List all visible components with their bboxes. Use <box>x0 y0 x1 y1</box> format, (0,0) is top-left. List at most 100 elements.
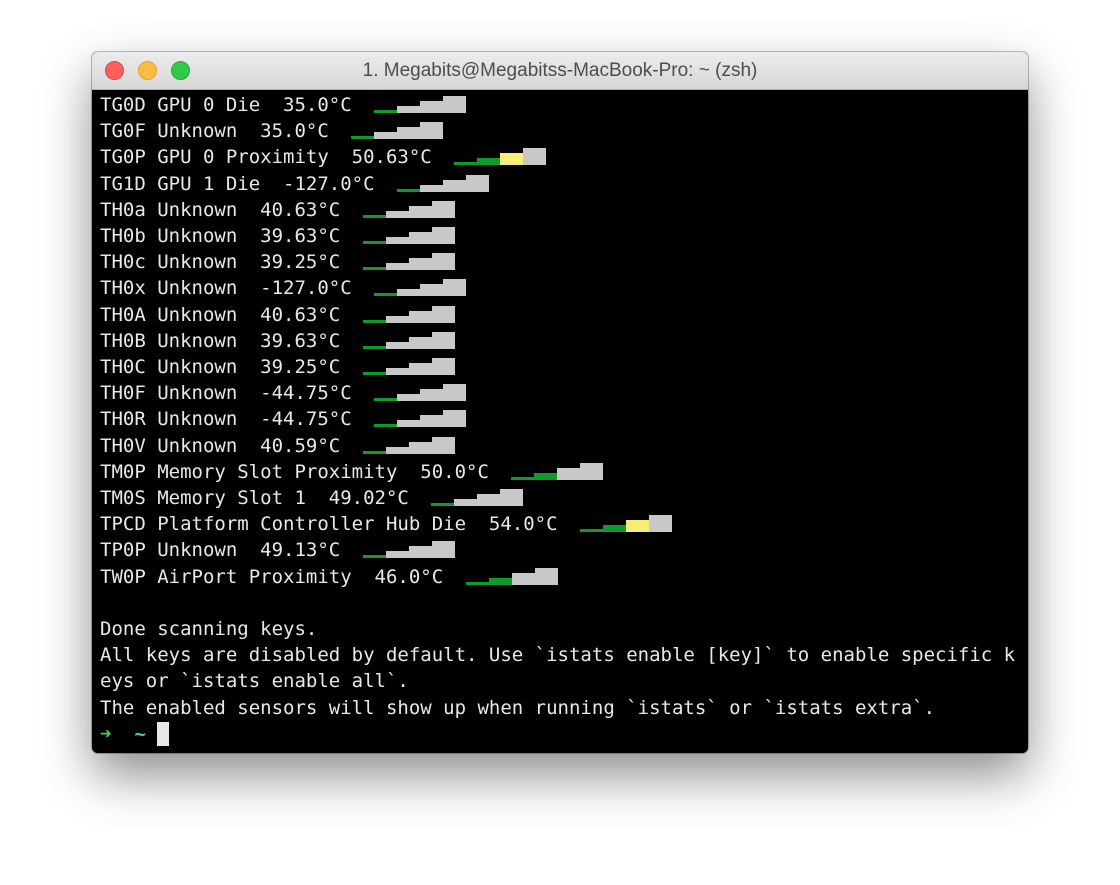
spark-bar <box>408 310 432 323</box>
spark-bar <box>351 136 375 140</box>
spark-bar <box>454 162 478 166</box>
window-title: 1. Megabits@Megabitss-MacBook-Pro: ~ (zs… <box>362 60 758 81</box>
spark-bar <box>397 394 421 402</box>
spark-bar <box>385 263 409 271</box>
sensor-line: TH0a Unknown 40.63°C <box>100 197 455 223</box>
sensor-text: TH0c Unknown 39.25°C <box>100 251 352 274</box>
spark-bar <box>431 253 455 271</box>
spark-bar <box>408 258 432 271</box>
message-line: Done scanning keys. <box>100 618 318 640</box>
temperature-sparkline <box>374 275 467 301</box>
temperature-sparkline <box>374 380 467 406</box>
sensor-text: TH0F Unknown -44.75°C <box>100 382 364 405</box>
spark-bar <box>477 158 501 166</box>
sensor-line: TH0x Unknown -127.0°C <box>100 275 467 301</box>
spark-bar <box>511 572 535 585</box>
spark-bar <box>603 525 626 533</box>
temperature-sparkline <box>431 485 524 511</box>
temperature-sparkline <box>362 354 455 380</box>
sensor-text: TW0P AirPort Proximity 46.0°C <box>100 565 455 588</box>
sensor-line: TG1D GPU 1 Die -127.0°C <box>100 171 489 197</box>
spark-bar <box>385 368 409 375</box>
spark-bar <box>385 341 409 349</box>
spark-bar <box>431 503 455 506</box>
spark-bar <box>431 331 455 349</box>
temperature-sparkline <box>511 459 604 485</box>
spark-bar <box>511 476 535 480</box>
spark-bar <box>523 148 547 166</box>
spark-bar <box>488 577 512 585</box>
spark-bar <box>374 110 398 113</box>
sensor-line: TG0P GPU 0 Proximity 50.63°C <box>100 144 547 170</box>
spark-bar <box>431 227 455 244</box>
spark-bar <box>396 188 420 192</box>
sensor-text: TP0P Unknown 49.13°C <box>100 539 352 562</box>
spark-bar <box>397 106 421 113</box>
temperature-sparkline <box>362 537 455 563</box>
sensor-text: TPCD Platform Controller Hub Die 54.0°C <box>100 513 569 536</box>
spark-bar <box>374 293 398 297</box>
spark-bar <box>408 232 432 244</box>
spark-bar <box>500 489 524 506</box>
sensor-text: TM0P Memory Slot Proximity 50.0°C <box>100 460 501 483</box>
sensor-line: TH0V Unknown 40.59°C <box>100 433 455 459</box>
sensor-text: TH0a Unknown 40.63°C <box>100 198 352 221</box>
spark-bar <box>465 581 489 585</box>
spark-bar <box>420 101 444 113</box>
message-line: The enabled sensors will show up when ru… <box>100 696 936 719</box>
sensor-text: TG1D GPU 1 Die -127.0°C <box>100 172 386 195</box>
title-bar[interactable]: 1. Megabits@Megabitss-MacBook-Pro: ~ (zs… <box>92 52 1028 90</box>
spark-bar <box>397 289 421 297</box>
sensor-line: TH0C Unknown 39.25°C <box>100 354 455 380</box>
spark-bar <box>431 541 455 559</box>
spark-bar <box>420 284 444 297</box>
spark-bar <box>534 567 558 585</box>
temperature-sparkline <box>362 249 455 275</box>
terminal-window: 1. Megabits@Megabitss-MacBook-Pro: ~ (zs… <box>92 52 1028 753</box>
spark-bar <box>385 210 409 218</box>
sensor-text: TH0A Unknown 40.63°C <box>100 303 352 326</box>
terminal-output[interactable]: TG0D GPU 0 Die 35.0°C TG0F Unknown 35.0°… <box>92 90 1028 753</box>
sensor-line: TM0P Memory Slot Proximity 50.0°C <box>100 459 604 485</box>
spark-bar <box>420 389 444 402</box>
spark-bar <box>374 424 398 428</box>
temperature-sparkline <box>362 328 455 354</box>
spark-bar <box>534 472 558 480</box>
spark-bar <box>397 127 421 140</box>
sensor-line: TPCD Platform Controller Hub Die 54.0°C <box>100 511 672 537</box>
spark-bar <box>465 174 489 192</box>
spark-bar <box>408 363 432 375</box>
temperature-sparkline <box>351 118 444 144</box>
sensor-text: TH0C Unknown 39.25°C <box>100 356 352 378</box>
temperature-sparkline <box>362 433 455 459</box>
sensor-line: TH0b Unknown 39.63°C <box>100 223 455 249</box>
temperature-sparkline <box>362 223 455 249</box>
sensor-line: TH0F Unknown -44.75°C <box>100 380 467 406</box>
temperature-sparkline <box>465 564 558 590</box>
spark-bar <box>431 305 455 323</box>
spark-bar <box>442 179 466 192</box>
spark-bar <box>362 214 386 218</box>
spark-bar <box>443 96 467 113</box>
sensor-text: TH0b Unknown 39.63°C <box>100 225 352 247</box>
spark-bar <box>362 450 386 454</box>
spark-bar <box>397 420 421 428</box>
sensor-text: TH0B Unknown 39.63°C <box>100 329 352 352</box>
spark-bar <box>431 436 455 454</box>
sensor-line: TG0F Unknown 35.0°C <box>100 118 444 144</box>
spark-bar <box>557 467 581 480</box>
spark-bar <box>443 410 467 428</box>
spark-bar <box>626 520 649 533</box>
spark-bar <box>419 184 443 192</box>
spark-bar <box>477 494 501 506</box>
text-cursor[interactable] <box>157 721 170 746</box>
sensor-text: TM0S Memory Slot 1 49.02°C <box>100 487 421 509</box>
temperature-sparkline <box>396 171 489 197</box>
sensor-line: TH0R Unknown -44.75°C <box>100 406 467 432</box>
spark-bar <box>649 515 672 533</box>
temperature-sparkline <box>580 511 672 537</box>
spark-bar <box>385 551 409 559</box>
message-line: eys or `istats enable all`. <box>100 670 409 693</box>
spark-bar <box>374 132 398 140</box>
prompt-directory: ~ <box>134 722 146 745</box>
